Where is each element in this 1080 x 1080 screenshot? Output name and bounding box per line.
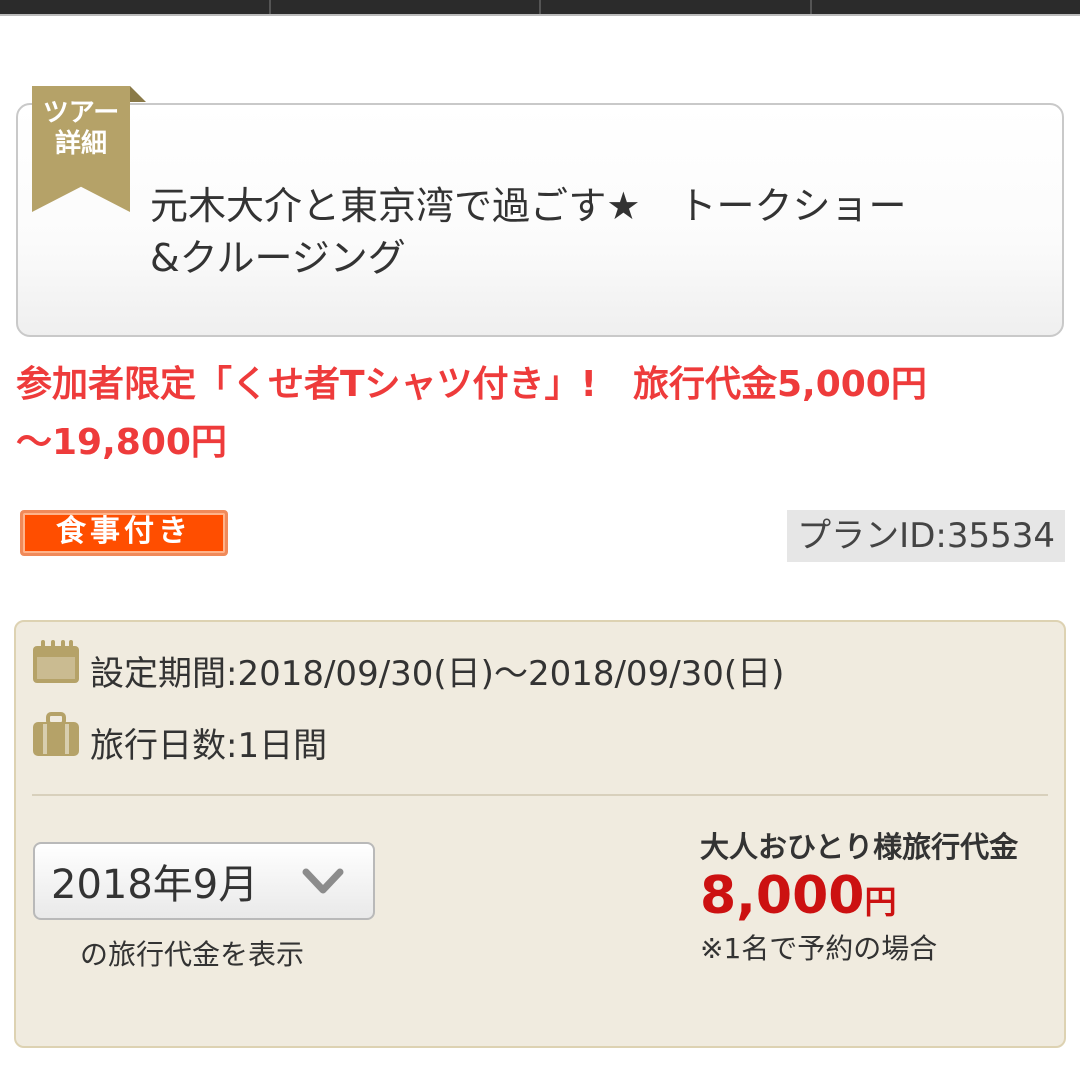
top-bar-segment — [812, 0, 1080, 14]
ribbon-label-line2: 詳細 — [54, 129, 107, 159]
meal-included-badge: 食事付き — [20, 510, 228, 556]
calendar-icon — [33, 640, 79, 683]
month-select-value: 2018年9月 — [51, 862, 259, 908]
browser-top-bar — [0, 0, 1080, 14]
setting-period: 設定期間:2018/09/30(日)〜2018/09/30(日) — [90, 654, 785, 694]
promo-line2: 〜19,800円 — [16, 422, 227, 463]
top-bar-divider — [0, 14, 1080, 16]
ribbon-label-line1: ツアー — [42, 98, 120, 128]
price-amount: 8,000 — [700, 866, 865, 926]
suitcase-icon — [33, 712, 79, 756]
tour-title: 元木大介と東京湾で過ごす★ トークショー &クルージング — [150, 180, 1030, 284]
tour-title-line1: 元木大介と東京湾で過ごす★ トークショー — [150, 184, 907, 228]
price-unit: 円 — [864, 883, 897, 921]
top-bar-segment — [271, 0, 541, 14]
travel-days: 旅行日数:1日間 — [90, 726, 328, 766]
plan-id-label: プランID:35534 — [787, 510, 1065, 562]
price-note: ※1名で予約の場合 — [700, 932, 938, 965]
tour-title-line2: &クルージング — [150, 236, 406, 280]
chevron-down-icon — [302, 868, 344, 894]
top-bar-segment — [541, 0, 812, 14]
info-divider — [32, 794, 1048, 796]
ribbon-fold — [130, 86, 146, 102]
adult-price: 8,000円 — [700, 866, 897, 926]
adult-price-label: 大人おひとり様旅行代金 — [700, 830, 1019, 864]
promo-line1: 参加者限定「くせ者Tシャツ付き」! 旅行代金5,000円 — [16, 364, 927, 405]
month-select-caption: の旅行代金を表示 — [80, 938, 305, 971]
top-bar-segment — [0, 0, 271, 14]
month-select[interactable]: 2018年9月 — [33, 842, 375, 920]
promo-text: 参加者限定「くせ者Tシャツ付き」! 旅行代金5,000円 〜19,800円 — [16, 356, 1066, 472]
